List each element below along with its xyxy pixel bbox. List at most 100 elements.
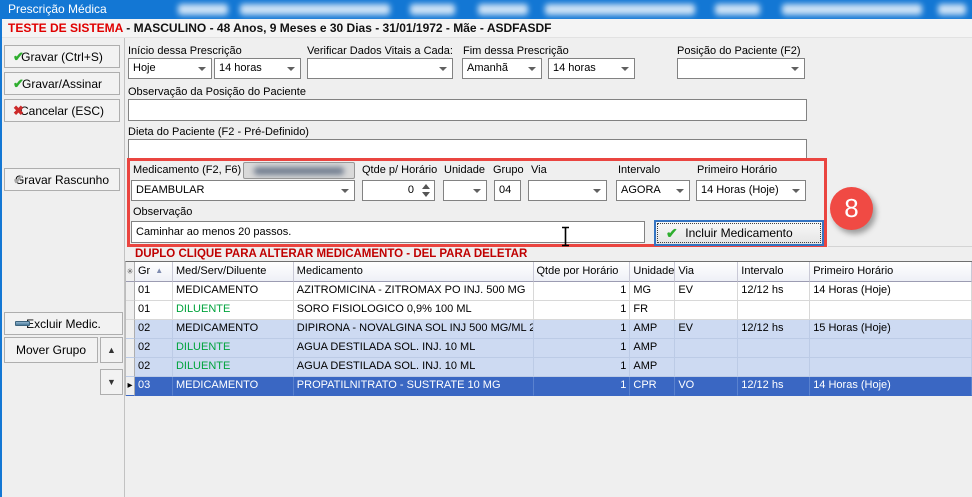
cancel-button[interactable]: ✖ Cancelar (ESC) — [4, 99, 120, 122]
chevron-down-icon[interactable] — [341, 189, 349, 193]
chevron-down-icon[interactable] — [439, 67, 447, 71]
patient-info-bar: TESTE DE SISTEMA - MASCULINO - 48 Anos, … — [2, 19, 972, 38]
cell-gr: 01 — [135, 301, 173, 320]
position-observation-input[interactable] — [128, 99, 807, 121]
start-time-select[interactable]: 14 horas — [214, 58, 301, 79]
cell-unidade: FR — [630, 301, 675, 320]
spin-down-icon[interactable] — [422, 192, 430, 197]
first-time-select[interactable]: 14 Horas (Hoje) — [696, 180, 806, 201]
table-row[interactable]: 02DILUENTEAGUA DESTILADA SOL. INJ. 10 ML… — [126, 358, 972, 377]
cell-qtde: 1 — [534, 320, 631, 339]
redacted-helper-button[interactable] — [243, 162, 355, 179]
column-header[interactable]: Via — [675, 262, 738, 282]
table-row[interactable]: 02MEDICAMENTODIPIRONA - NOVALGINA SOL IN… — [126, 320, 972, 339]
chevron-down-icon[interactable] — [621, 67, 629, 71]
end-day-select[interactable]: Amanhã — [462, 58, 542, 79]
redacted-title-text — [478, 4, 528, 15]
cell-unidade: AMP — [630, 358, 675, 377]
panel-divider — [828, 246, 972, 247]
move-group-button-label: Mover Grupo — [16, 343, 86, 357]
move-group-up-button[interactable]: ▲ — [100, 337, 123, 363]
chevron-down-icon[interactable] — [287, 67, 295, 71]
cell-primeiro — [810, 358, 972, 377]
chevron-down-icon[interactable] — [528, 67, 536, 71]
chevron-down-icon[interactable] — [676, 189, 684, 193]
spin-up-icon[interactable] — [422, 184, 430, 189]
cell-unidade: CPR — [630, 377, 675, 396]
vitals-check-select[interactable] — [307, 58, 453, 79]
row-gutter — [126, 358, 135, 377]
cell-unidade: MG — [630, 282, 675, 301]
group-value: 04 — [499, 184, 511, 196]
observation-label: Observação — [133, 206, 192, 218]
annotation-step-badge: 8 — [830, 187, 873, 230]
chevron-down-icon[interactable] — [792, 189, 800, 193]
column-header[interactable]: Intervalo — [738, 262, 810, 282]
sort-asc-icon: ▲ — [155, 266, 163, 275]
remove-dash-icon — [15, 321, 30, 326]
diet-input[interactable] — [128, 139, 807, 161]
column-header[interactable]: Medicamento — [294, 262, 534, 282]
title-bar: Prescrição Médica — [0, 0, 972, 19]
grid-warning-text: DUPLO CLIQUE PARA ALTERAR MEDICAMENTO - … — [135, 248, 527, 260]
group-input[interactable]: 04 — [494, 180, 521, 201]
cell-medicamento: DIPIRONA - NOVALGINA SOL INJ 500 MG/ML 2 — [294, 320, 534, 339]
chevron-down-icon[interactable] — [198, 67, 206, 71]
redacted-title-text — [240, 4, 390, 15]
start-time-value: 14 horas — [219, 62, 262, 74]
column-header[interactable]: Primeiro Horário — [810, 262, 972, 282]
patient-details: - MASCULINO - 48 Anos, 9 Meses e 30 Dias… — [123, 21, 552, 35]
move-group-button[interactable]: Mover Grupo — [4, 337, 98, 363]
chevron-down-icon[interactable] — [473, 189, 481, 193]
patient-position-select[interactable] — [677, 58, 805, 79]
move-group-down-button[interactable]: ▼ — [100, 369, 123, 395]
end-time-select[interactable]: 14 horas — [548, 58, 635, 79]
quantity-stepper[interactable]: 0 — [362, 180, 435, 201]
cell-tipo: DILUENTE — [173, 358, 294, 377]
cell-intervalo — [738, 339, 810, 358]
save-button[interactable]: ✔ Gravar (Ctrl+S) — [4, 45, 120, 68]
column-header[interactable]: Qtde por Horário — [534, 262, 631, 282]
arrow-up-icon: ▲ — [107, 345, 116, 355]
cell-tipo: MEDICAMENTO — [173, 320, 294, 339]
redacted-text — [254, 167, 344, 175]
check-icon: ✔ — [13, 173, 24, 186]
grid-gutter-header[interactable]: ✳ — [126, 262, 135, 282]
cell-tipo: DILUENTE — [173, 339, 294, 358]
delete-medication-button[interactable]: Excluir Medic. — [4, 312, 123, 335]
start-day-select[interactable]: Hoje — [128, 58, 212, 79]
quantity-value: 0 — [408, 184, 414, 196]
cancel-button-label: Cancelar (ESC) — [20, 104, 104, 118]
cell-medicamento: SORO FISIOLOGICO 0,9% 100 ML — [294, 301, 534, 320]
include-medication-button-label: Incluir Medicamento — [685, 226, 792, 240]
interval-label: Intervalo — [618, 164, 660, 176]
chevron-down-icon[interactable] — [593, 189, 601, 193]
first-time-label: Primeiro Horário — [697, 164, 777, 176]
column-header[interactable]: Unidade — [630, 262, 675, 282]
table-row[interactable]: 01DILUENTESORO FISIOLOGICO 0,9% 100 ML1F… — [126, 301, 972, 320]
chevron-down-icon[interactable] — [791, 67, 799, 71]
save-draft-button[interactable]: ✔ Gravar Rascunho — [4, 168, 120, 191]
cell-unidade: AMP — [630, 320, 675, 339]
table-row[interactable]: ▸03MEDICAMENTOPROPATILNITRATO - SUSTRATE… — [126, 377, 972, 396]
route-select[interactable] — [528, 180, 607, 201]
table-row[interactable]: 01MEDICAMENTOAZITROMICINA - ZITROMAX PO … — [126, 282, 972, 301]
cell-via: EV — [675, 282, 738, 301]
end-day-value: Amanhã — [467, 62, 508, 74]
save-sign-button[interactable]: ✔ Gravar/Assinar — [4, 72, 120, 95]
medication-select[interactable]: DEAMBULAR — [131, 180, 355, 201]
interval-select[interactable]: AGORA — [616, 180, 690, 201]
cell-via: EV — [675, 320, 738, 339]
column-header[interactable]: Med/Serv/Diluente — [173, 262, 294, 282]
cell-primeiro — [810, 301, 972, 320]
cell-qtde: 1 — [534, 301, 631, 320]
cell-qtde: 1 — [534, 339, 631, 358]
medication-label: Medicamento (F2, F6) — [133, 164, 241, 176]
column-header[interactable]: Gr▲ — [135, 262, 173, 282]
cell-tipo: MEDICAMENTO — [173, 377, 294, 396]
table-row[interactable]: 02DILUENTEAGUA DESTILADA SOL. INJ. 10 ML… — [126, 339, 972, 358]
unit-select[interactable] — [443, 180, 487, 201]
include-medication-button[interactable]: ✔ Incluir Medicamento — [654, 220, 824, 246]
grid-header: ✳Gr▲Med/Serv/DiluenteMedicamentoQtde por… — [126, 262, 972, 282]
row-gutter — [126, 301, 135, 320]
